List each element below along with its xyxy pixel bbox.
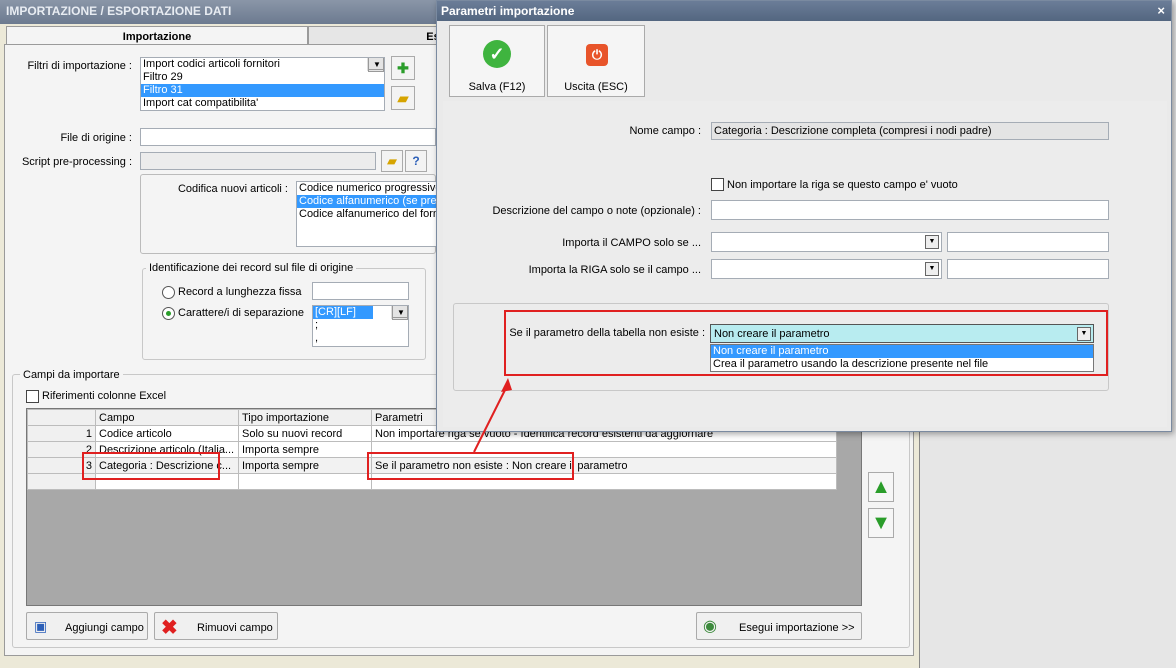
- annotation-arrow: [473, 378, 512, 453]
